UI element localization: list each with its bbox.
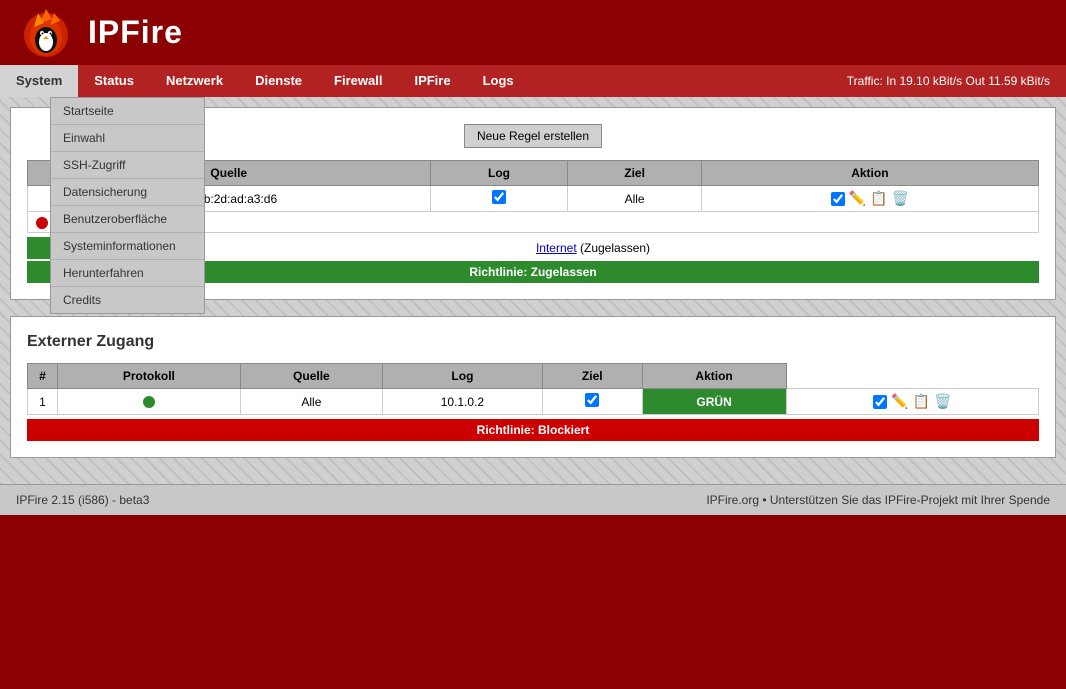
rules-table-2: # Protokoll Quelle Log Ziel Aktion 1 All… bbox=[27, 363, 1039, 415]
traffic-info: Traffic: In 19.10 kBit/s Out 11.59 kBit/… bbox=[847, 74, 1066, 88]
ziel-cell: Alle bbox=[568, 186, 701, 212]
delete-icon[interactable]: 🗑️ bbox=[892, 190, 909, 207]
row-dot bbox=[58, 389, 241, 415]
log-cell2 bbox=[542, 389, 642, 415]
col-num: # bbox=[28, 364, 58, 389]
col-protokoll: Protokoll bbox=[58, 364, 241, 389]
logo-icon bbox=[16, 5, 76, 60]
enable-checkbox-2[interactable] bbox=[873, 395, 887, 409]
internet-link[interactable]: Internet bbox=[536, 241, 577, 255]
col-ziel2: Ziel bbox=[542, 364, 642, 389]
nav-logs[interactable]: Logs bbox=[467, 65, 530, 97]
nav-system[interactable]: System bbox=[0, 65, 78, 97]
nav-firewall[interactable]: Firewall bbox=[318, 65, 398, 97]
status-dot-red bbox=[36, 217, 48, 229]
menu-ssh[interactable]: SSH-Zugriff bbox=[51, 152, 204, 179]
col-log: Log bbox=[430, 161, 568, 186]
policy-internet: Internet (Zugelassen) bbox=[147, 237, 1039, 259]
menu-benutzeroberflaeche[interactable]: Benutzeroberfläche bbox=[51, 206, 204, 233]
status-dot-green bbox=[143, 396, 155, 408]
menu-credits[interactable]: Credits bbox=[51, 287, 204, 313]
edit-icon-2[interactable]: ✏️ bbox=[891, 393, 908, 410]
menu-startseite[interactable]: Startseite bbox=[51, 98, 204, 125]
nav-dienste[interactable]: Dienste bbox=[239, 65, 318, 97]
menu-einwahl[interactable]: Einwahl bbox=[51, 125, 204, 152]
policy-text-suffix: (Zugelassen) bbox=[580, 241, 650, 255]
menu-systeminformationen[interactable]: Systeminformationen bbox=[51, 233, 204, 260]
policy-bar-2: Richtlinie: Blockiert bbox=[27, 419, 1039, 441]
nav-status[interactable]: Status bbox=[78, 65, 150, 97]
action-icons-2: ✏️ 📋 🗑️ bbox=[795, 393, 1030, 410]
ziel-gruen: GRÜN bbox=[642, 389, 786, 415]
action-cell: ✏️ 📋 🗑️ bbox=[701, 186, 1038, 212]
nav-ipfire[interactable]: IPFire bbox=[398, 65, 466, 97]
footer: IPFire 2.15 (i586) - beta3 IPFire.org • … bbox=[0, 484, 1066, 515]
section-title: Externer Zugang bbox=[27, 333, 1039, 351]
col-ziel: Ziel bbox=[568, 161, 701, 186]
header: IPFire bbox=[0, 0, 1066, 65]
new-rule-button[interactable]: Neue Regel erstellen bbox=[464, 124, 602, 148]
enable-checkbox[interactable] bbox=[831, 192, 845, 206]
log-cell bbox=[430, 186, 568, 212]
table-row: 1 Alle 10.1.0.2 GRÜN ✏️ 📋 bbox=[28, 389, 1039, 415]
footer-version: IPFire 2.15 (i586) - beta3 bbox=[16, 493, 149, 507]
row-num: 1 bbox=[28, 389, 58, 415]
menu-herunterfahren[interactable]: Herunterfahren bbox=[51, 260, 204, 287]
edit-icon[interactable]: ✏️ bbox=[849, 190, 866, 207]
col-aktion2: Aktion bbox=[642, 364, 786, 389]
delete-icon-2[interactable]: 🗑️ bbox=[934, 393, 951, 410]
menu-datensicherung[interactable]: Datensicherung bbox=[51, 179, 204, 206]
action-icons: ✏️ 📋 🗑️ bbox=[710, 190, 1030, 207]
col-aktion: Aktion bbox=[701, 161, 1038, 186]
footer-donate: IPFire.org • Unterstützen Sie das IPFire… bbox=[706, 493, 1050, 507]
quelle-cell: 10.1.0.2 bbox=[382, 389, 542, 415]
nav-netzwerk[interactable]: Netzwerk bbox=[150, 65, 239, 97]
protokoll-cell: Alle bbox=[240, 389, 382, 415]
app-title: IPFire bbox=[88, 14, 183, 51]
col-log2: Log bbox=[382, 364, 542, 389]
action-cell2: ✏️ 📋 🗑️ bbox=[786, 389, 1038, 415]
log-checkbox-2[interactable] bbox=[585, 393, 599, 407]
log-checkbox[interactable] bbox=[492, 190, 506, 204]
col-quelle2: Quelle bbox=[240, 364, 382, 389]
copy-icon-2[interactable]: 📋 bbox=[913, 393, 930, 410]
copy-icon[interactable]: 📋 bbox=[870, 190, 887, 207]
externer-zugang-panel: Externer Zugang # Protokoll Quelle Log Z… bbox=[10, 316, 1056, 458]
navbar: System Status Netzwerk Dienste Firewall … bbox=[0, 65, 1066, 97]
system-dropdown: Startseite Einwahl SSH-Zugriff Datensich… bbox=[50, 97, 205, 314]
